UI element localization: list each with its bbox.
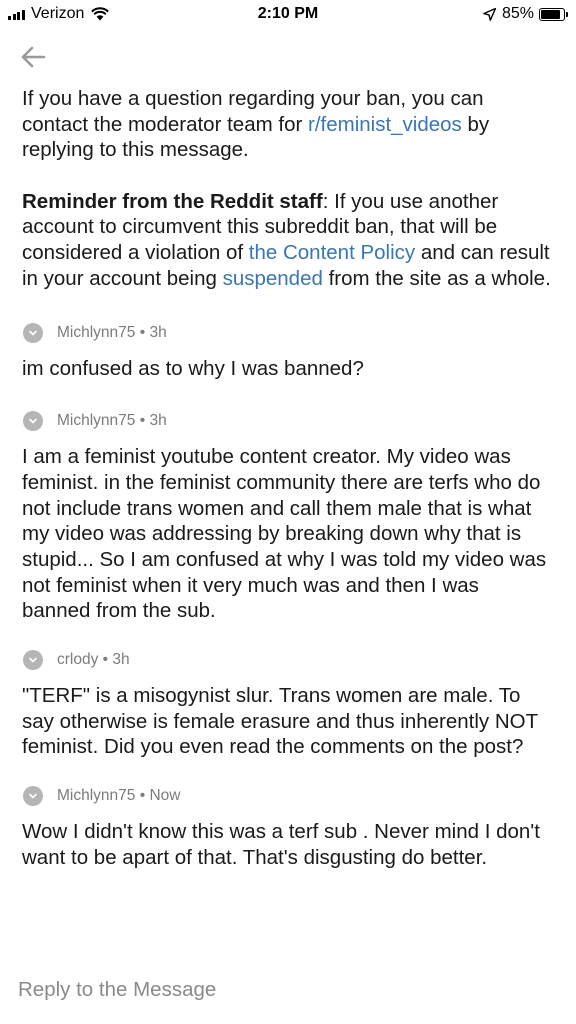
battery-fill xyxy=(541,9,560,19)
chevron-down-icon[interactable] xyxy=(23,650,43,671)
status-bar-right: 85% xyxy=(483,5,568,23)
reddit-staff-reminder: Reminder from the Reddit staff: If you u… xyxy=(22,189,552,292)
message-body: I am a feminist youtube content creator.… xyxy=(22,445,547,623)
arrow-left-icon[interactable] xyxy=(18,42,48,72)
meta-separator: • xyxy=(135,787,150,805)
chevron-down-icon[interactable] xyxy=(23,786,43,807)
message: Michlynn75 • 3h I am a feminist youtube … xyxy=(22,411,552,624)
status-bar: Verizon 2:10 PM 85% xyxy=(0,0,576,30)
message-author[interactable]: Michlynn75 xyxy=(57,412,135,430)
battery-icon xyxy=(539,7,565,21)
message-author[interactable]: Michlynn75 xyxy=(57,787,135,805)
message-body: Wow I didn't know this was a terf sub . … xyxy=(22,820,540,869)
message: crlody • 3h "TERF" is a misogynist slur.… xyxy=(22,650,552,760)
message-thread: If you have a question regarding your ba… xyxy=(22,86,552,871)
reminder-label: Reminder from the Reddit staff xyxy=(22,189,323,213)
message-time: Now xyxy=(149,787,181,805)
chevron-down-icon[interactable] xyxy=(23,411,43,432)
meta-separator: • xyxy=(135,412,150,430)
message: Michlynn75 • Now Wow I didn't know this … xyxy=(22,786,552,870)
message-body: im confused as to why I was banned? xyxy=(22,357,364,381)
message-time: 3h xyxy=(112,651,130,669)
message: Michlynn75 • 3h im confused as to why I … xyxy=(22,323,552,382)
location-arrow-icon xyxy=(483,7,496,21)
battery-percent: 85% xyxy=(501,5,534,22)
message-header: Michlynn75 • Now xyxy=(22,786,552,807)
message-author[interactable]: crlody xyxy=(57,651,98,669)
subreddit-link[interactable]: r/feminist_videos xyxy=(308,113,462,136)
suspended-link[interactable]: suspended xyxy=(223,267,323,290)
reply-to-message-button[interactable]: Reply to the Message xyxy=(18,978,216,1002)
meta-separator: • xyxy=(98,651,113,669)
meta-separator: • xyxy=(135,324,150,342)
content-policy-link[interactable]: the Content Policy xyxy=(249,241,415,264)
reminder-text-3: from the site as a whole. xyxy=(322,266,551,290)
message-time: 3h xyxy=(149,324,167,342)
message-header: crlody • 3h xyxy=(22,650,552,671)
message-header: Michlynn75 • 3h xyxy=(22,411,552,432)
message-header: Michlynn75 • 3h xyxy=(22,323,552,344)
message-body: "TERF" is a misogynist slur. Trans women… xyxy=(22,684,538,759)
battery-tip xyxy=(566,11,568,17)
ban-notice: If you have a question regarding your ba… xyxy=(22,86,552,163)
message-author[interactable]: Michlynn75 xyxy=(57,324,135,342)
message-time: 3h xyxy=(149,412,167,430)
chevron-down-icon[interactable] xyxy=(23,323,43,344)
